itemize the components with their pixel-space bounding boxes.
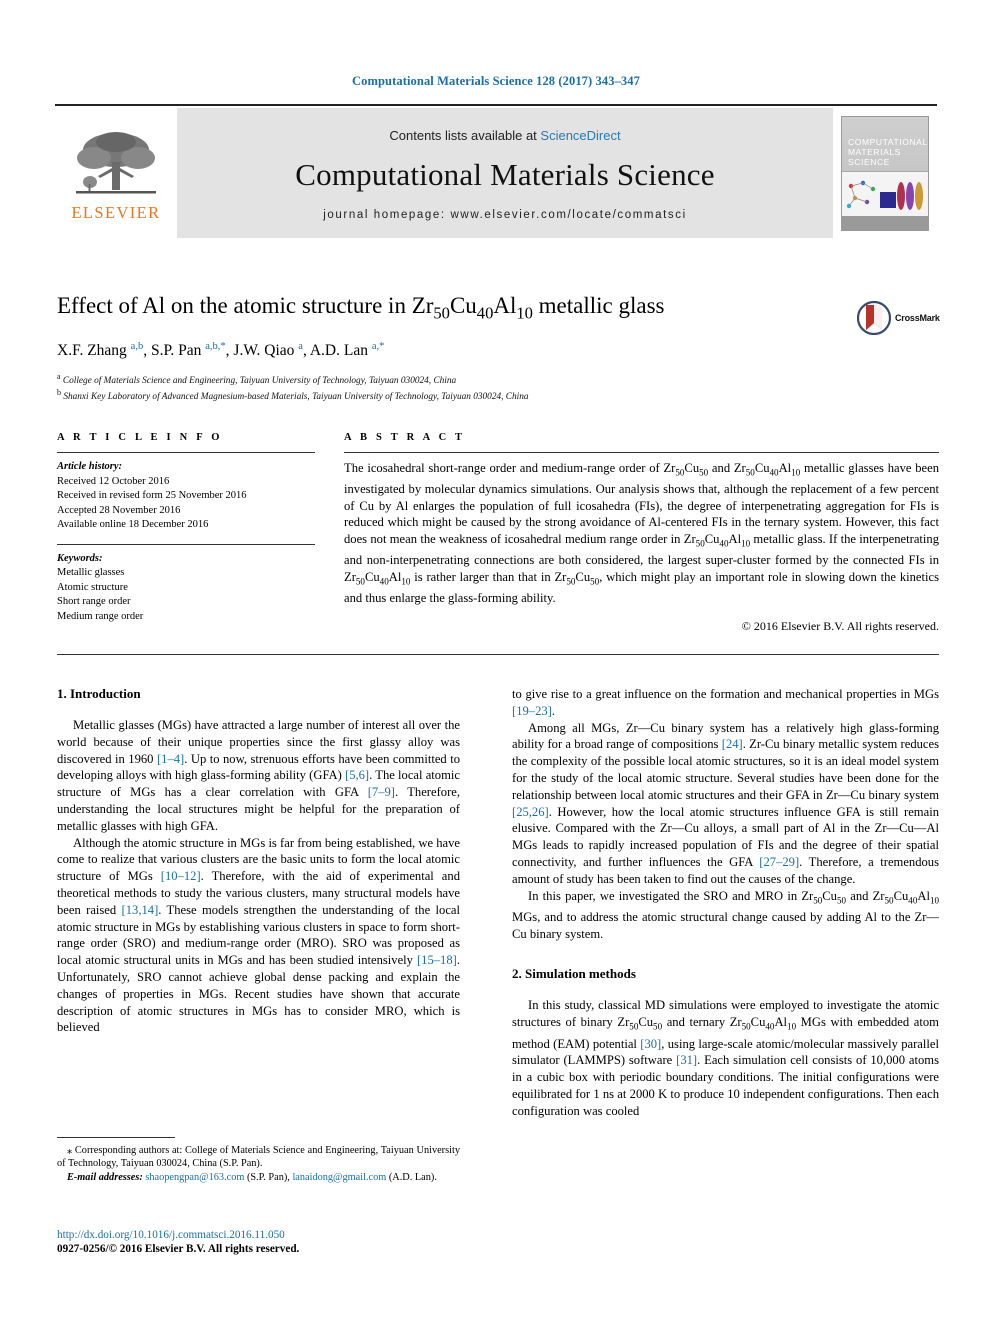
affiliation-a-text: College of Materials Science and Enginee… bbox=[62, 375, 457, 386]
history-item: Received 12 October 2016 bbox=[57, 475, 170, 487]
cover-image: COMPUTATIONAL MATERIALS SCIENCE bbox=[841, 115, 929, 231]
paragraph: In this paper, we investigated the SRO a… bbox=[512, 888, 939, 941]
paragraph: In this study, classical MD simulations … bbox=[512, 998, 939, 1118]
article-history-label: Article history: bbox=[57, 461, 123, 472]
cover-footer-bar bbox=[842, 215, 928, 230]
paragraph: Although the atomic structure in MGs is … bbox=[57, 835, 460, 1035]
abstract-block: A B S T R A C T The icosahedral short-ra… bbox=[344, 432, 939, 634]
affiliation-b: b Shanxi Key Laboratory of Advanced Magn… bbox=[57, 388, 529, 403]
masthead-center: Contents lists available at ScienceDirec… bbox=[177, 108, 833, 238]
crossmark-badge[interactable]: CrossMark bbox=[857, 296, 967, 340]
crossmark-label: CrossMark bbox=[895, 313, 940, 323]
crossmark-icon bbox=[857, 301, 891, 335]
section-heading-simulation-methods: 2. Simulation methods bbox=[512, 966, 636, 982]
paragraph: Among all MGs, Zr—Cu binary system has a… bbox=[512, 720, 940, 886]
history-item: Available online 18 December 2016 bbox=[57, 519, 209, 530]
affiliation-b-text: Shanxi Key Laboratory of Advanced Magnes… bbox=[63, 392, 529, 403]
journal-title: Computational Materials Science bbox=[295, 156, 715, 192]
journal-homepage-link[interactable]: journal homepage: www.elsevier.com/locat… bbox=[323, 209, 686, 221]
article-info-heading: A R T I C L E I N F O bbox=[57, 432, 223, 443]
keyword-item: Short range order bbox=[57, 596, 131, 607]
abstract-copyright: © 2016 Elsevier B.V. All rights reserved… bbox=[741, 619, 939, 634]
elsevier-tree-icon bbox=[76, 131, 156, 193]
corresponding-author-note: ⁎ Corresponding authors at: College of M… bbox=[57, 1145, 460, 1170]
contents-prefix: Contents lists available at bbox=[389, 127, 541, 143]
cover-title-text: COMPUTATIONAL MATERIALS SCIENCE bbox=[848, 136, 928, 167]
affiliation-a: a College of Materials Science and Engin… bbox=[57, 371, 457, 386]
body-column-left: 1. Introduction Metallic glasses (MGs) h… bbox=[57, 686, 460, 1036]
history-item: Accepted 28 November 2016 bbox=[57, 504, 181, 516]
article-info-block: A R T I C L E I N F O Article history: R… bbox=[57, 432, 315, 624]
paragraph: Metallic glasses (MGs) have attracted a … bbox=[57, 718, 460, 833]
elsevier-logo: ELSEVIER bbox=[55, 108, 177, 238]
cover-network-icon bbox=[846, 180, 876, 208]
paragraph: to give rise to a great influence on the… bbox=[512, 687, 939, 718]
keyword-item: Metallic glasses bbox=[57, 567, 125, 578]
email-addresses-note: E-mail addresses: shaopengpan@163.com (S… bbox=[67, 1171, 437, 1183]
elsevier-wordmark: ELSEVIER bbox=[71, 202, 161, 222]
journal-cover-thumbnail[interactable]: COMPUTATIONAL MATERIALS SCIENCE bbox=[833, 108, 937, 238]
divider bbox=[57, 452, 315, 453]
section-heading-introduction: 1. Introduction bbox=[57, 686, 141, 701]
cover-heatmap-icon bbox=[880, 191, 896, 208]
page-title: Effect of Al on the atomic structure in … bbox=[57, 293, 665, 323]
doi-block: http://dx.doi.org/10.1016/j.commatsci.20… bbox=[57, 1228, 487, 1256]
affiliations: a College of Materials Science and Engin… bbox=[57, 371, 847, 404]
sciencedirect-link[interactable]: ScienceDirect bbox=[540, 128, 620, 143]
author-list: X.F. Zhang a,b, S.P. Pan a,b,*, J.W. Qia… bbox=[57, 340, 385, 359]
keyword-item: Atomic structure bbox=[57, 581, 128, 593]
title-block: Effect of Al on the atomic structure in … bbox=[57, 292, 847, 404]
paper-page: Computational Materials Science 128 (201… bbox=[0, 0, 992, 1323]
history-item: Received in revised form 25 November 201… bbox=[57, 490, 247, 501]
doi-link[interactable]: http://dx.doi.org/10.1016/j.commatsci.20… bbox=[57, 1228, 487, 1242]
footnote-block: ⁎ Corresponding authors at: College of M… bbox=[57, 1137, 460, 1184]
footnote-divider bbox=[57, 1137, 175, 1138]
keywords-label: Keywords: bbox=[57, 552, 103, 564]
running-head: Computational Materials Science 128 (201… bbox=[352, 74, 640, 88]
journal-masthead: ELSEVIER Contents lists available at Sci… bbox=[55, 104, 937, 238]
cover-cones-icon bbox=[897, 181, 923, 210]
divider bbox=[344, 452, 939, 453]
divider bbox=[57, 543, 315, 545]
abstract-text: The icosahedral short-range order and me… bbox=[344, 461, 940, 605]
body-top-divider bbox=[57, 654, 939, 655]
keyword-item: Medium range order bbox=[57, 610, 144, 622]
issn-copyright-line: 0927-0256/© 2016 Elsevier B.V. All right… bbox=[57, 1243, 300, 1255]
abstract-heading: A B S T R A C T bbox=[344, 432, 466, 443]
body-column-right: to give rise to a great influence on the… bbox=[512, 686, 939, 1120]
contents-list-line: Contents lists available at ScienceDirec… bbox=[389, 128, 620, 143]
